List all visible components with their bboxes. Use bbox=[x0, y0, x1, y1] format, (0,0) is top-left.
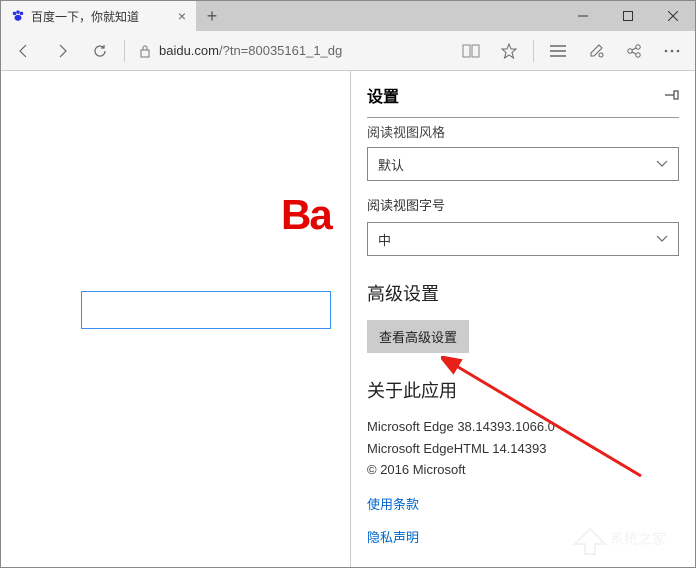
baidu-logo-partial: Ba bbox=[281, 191, 331, 239]
reading-view-button[interactable] bbox=[453, 33, 489, 69]
about-copyright: © 2016 Microsoft bbox=[367, 460, 679, 480]
back-button[interactable] bbox=[6, 33, 42, 69]
content-area: Ba 设置 阅读视图风格 默认 阅读视图字号 中 高级设置 查看高级设置 关于此… bbox=[1, 71, 695, 567]
new-tab-button[interactable]: + bbox=[196, 1, 228, 31]
reading-font-dropdown[interactable]: 中 bbox=[367, 222, 679, 256]
svg-text:系统之家: 系统之家 bbox=[610, 531, 666, 547]
tab-title: 百度一下，你就知道 bbox=[31, 8, 172, 25]
titlebar: 百度一下，你就知道 × + bbox=[1, 1, 695, 31]
baidu-favicon bbox=[11, 9, 25, 23]
refresh-button[interactable] bbox=[82, 33, 118, 69]
watermark: 系统之家 bbox=[565, 509, 685, 559]
lock-icon bbox=[139, 44, 151, 58]
toolbar: baidu.com/?tn=80035161_1_dg bbox=[1, 31, 695, 71]
about-version-1: Microsoft Edge 38.14393.1066.0 bbox=[367, 417, 679, 437]
window-controls bbox=[560, 1, 695, 31]
browser-tab[interactable]: 百度一下，你就知道 × bbox=[1, 1, 196, 31]
hub-button[interactable] bbox=[540, 33, 576, 69]
close-window-button[interactable] bbox=[650, 1, 695, 31]
reading-font-label: 阅读视图字号 bbox=[367, 195, 679, 214]
chevron-down-icon bbox=[656, 160, 668, 168]
more-button[interactable] bbox=[654, 33, 690, 69]
advanced-heading: 高级设置 bbox=[367, 280, 679, 306]
web-note-button[interactable] bbox=[578, 33, 614, 69]
reading-style-value: 默认 bbox=[378, 155, 404, 174]
address-bar[interactable]: baidu.com/?tn=80035161_1_dg bbox=[131, 43, 451, 58]
baidu-search-input[interactable] bbox=[81, 291, 331, 329]
reading-style-dropdown[interactable]: 默认 bbox=[367, 147, 679, 181]
about-heading: 关于此应用 bbox=[367, 377, 679, 403]
reading-style-label: 阅读视图风格 bbox=[367, 117, 679, 141]
reading-font-value: 中 bbox=[378, 230, 391, 249]
settings-panel: 设置 阅读视图风格 默认 阅读视图字号 中 高级设置 查看高级设置 关于此应用 … bbox=[350, 71, 695, 567]
forward-button[interactable] bbox=[44, 33, 80, 69]
settings-title: 设置 bbox=[367, 83, 399, 107]
view-advanced-settings-button[interactable]: 查看高级设置 bbox=[367, 320, 469, 353]
chevron-down-icon bbox=[656, 235, 668, 243]
tab-close-icon[interactable]: × bbox=[178, 8, 186, 24]
maximize-button[interactable] bbox=[605, 1, 650, 31]
url-text: baidu.com/?tn=80035161_1_dg bbox=[159, 43, 342, 58]
minimize-button[interactable] bbox=[560, 1, 605, 31]
share-button[interactable] bbox=[616, 33, 652, 69]
about-version-2: Microsoft EdgeHTML 14.14393 bbox=[367, 439, 679, 459]
pin-icon[interactable] bbox=[665, 88, 679, 102]
favorites-button[interactable] bbox=[491, 33, 527, 69]
